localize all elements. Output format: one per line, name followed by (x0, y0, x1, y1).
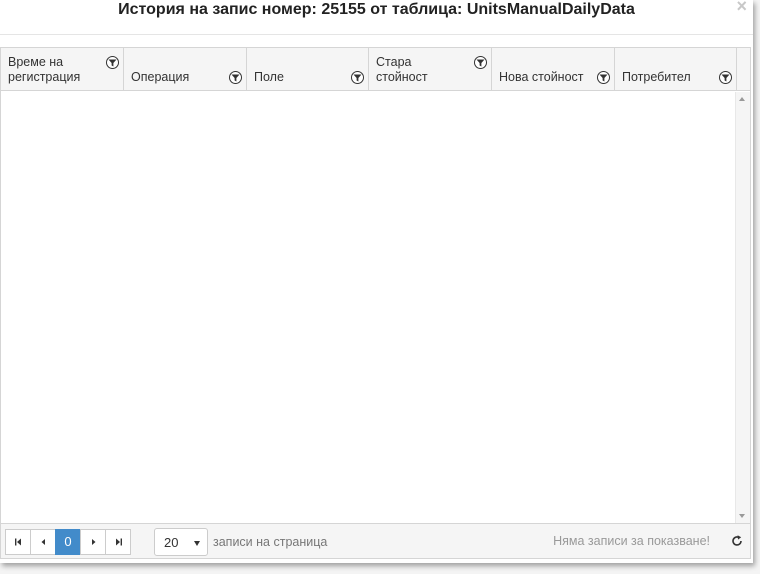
filter-icon[interactable] (229, 71, 242, 84)
refresh-icon[interactable] (730, 534, 744, 548)
empty-records-message: Няма записи за показване! (553, 534, 710, 548)
scroll-down-icon[interactable] (739, 514, 745, 518)
filter-icon[interactable] (106, 56, 119, 69)
next-page-button[interactable] (80, 529, 106, 555)
page-size-value: 20 (164, 535, 179, 550)
per-page-label: записи на страница (213, 535, 328, 549)
history-dialog: История на запис номер: 25155 от таблица… (0, 0, 753, 563)
history-grid: Време на регистрация Операция Поле Стара… (0, 47, 751, 559)
filter-icon[interactable] (719, 71, 732, 84)
first-page-icon (15, 538, 21, 546)
column-header-operation[interactable]: Операция (124, 48, 247, 90)
dialog-title: История на запис номер: 25155 от таблица… (118, 1, 635, 18)
previous-page-icon (41, 539, 45, 545)
previous-page-button[interactable] (30, 529, 56, 555)
grid-body (1, 92, 735, 523)
column-header-new-value[interactable]: Нова стойност (492, 48, 615, 90)
column-label: Операция (131, 70, 190, 84)
grid-header: Време на регистрация Операция Поле Стара… (1, 48, 750, 91)
chevron-down-icon (194, 541, 200, 546)
last-page-button[interactable] (105, 529, 131, 555)
column-header-field[interactable]: Поле (247, 48, 369, 90)
filter-icon[interactable] (351, 71, 364, 84)
first-page-button[interactable] (5, 529, 31, 555)
next-page-icon (92, 539, 96, 545)
column-label: Време на регистрация (8, 55, 81, 84)
column-label: Поле (254, 70, 284, 84)
column-label: Нова стойност (499, 70, 584, 84)
dialog-header: История на запис номер: 25155 от таблица… (0, 0, 753, 35)
page-size-dropdown[interactable]: 20 (154, 528, 208, 556)
filter-icon[interactable] (474, 56, 487, 69)
vertical-scrollbar[interactable] (735, 92, 750, 523)
column-header-old-value[interactable]: Стара стойност (369, 48, 492, 90)
last-page-icon (116, 538, 122, 546)
column-header-user[interactable]: Потребител (615, 48, 737, 90)
current-page-button[interactable]: 0 (55, 529, 81, 555)
column-label: Потребител (622, 70, 691, 84)
close-icon[interactable]: × (736, 0, 747, 15)
filter-icon[interactable] (597, 71, 610, 84)
scroll-up-icon[interactable] (739, 97, 745, 101)
column-label: Стара стойност (376, 55, 428, 84)
column-header-registration-time[interactable]: Време на регистрация (1, 48, 124, 90)
grid-pager: 0 20 записи на страница Няма записи за п… (1, 523, 750, 558)
